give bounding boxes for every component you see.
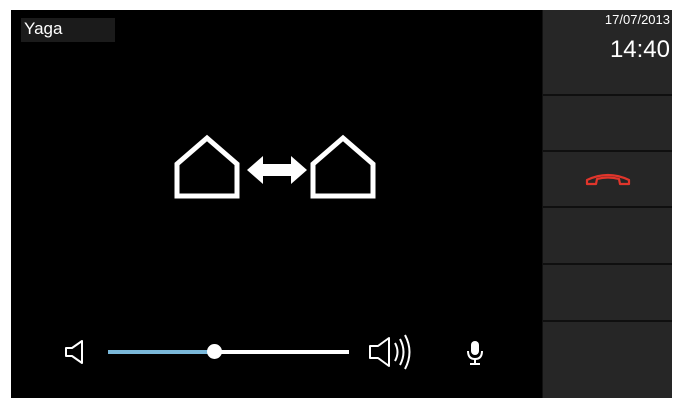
volume-slider-thumb[interactable] [207, 344, 223, 359]
hang-up-button[interactable] [543, 152, 672, 208]
hang-up-phone-icon [585, 173, 631, 186]
caller-name-label: Yaga [21, 18, 115, 42]
video-area: Yaga [11, 10, 542, 398]
volume-slider[interactable] [108, 344, 349, 359]
volume-slider-fill [108, 350, 215, 354]
clock-date: 17/07/2013 [604, 12, 670, 27]
sidebar-button-empty-4[interactable] [543, 322, 672, 398]
sidebar-button-empty-3[interactable] [543, 265, 672, 322]
microphone-icon[interactable] [466, 340, 484, 366]
intercom-screen: Yaga 17/07/2013 14:40 [11, 10, 672, 398]
sidebar-button-empty-2[interactable] [543, 208, 672, 265]
sidebar-button-empty-1[interactable] [543, 96, 672, 152]
clock-time: 14:40 [609, 36, 670, 63]
sidebar: 17/07/2013 14:40 [542, 10, 672, 398]
house-to-house-intercom-icon [174, 134, 376, 199]
speaker-high-icon[interactable] [367, 332, 415, 372]
audio-controls [11, 330, 542, 380]
clock-panel: 17/07/2013 14:40 [543, 10, 672, 96]
speaker-low-icon[interactable] [63, 338, 91, 366]
